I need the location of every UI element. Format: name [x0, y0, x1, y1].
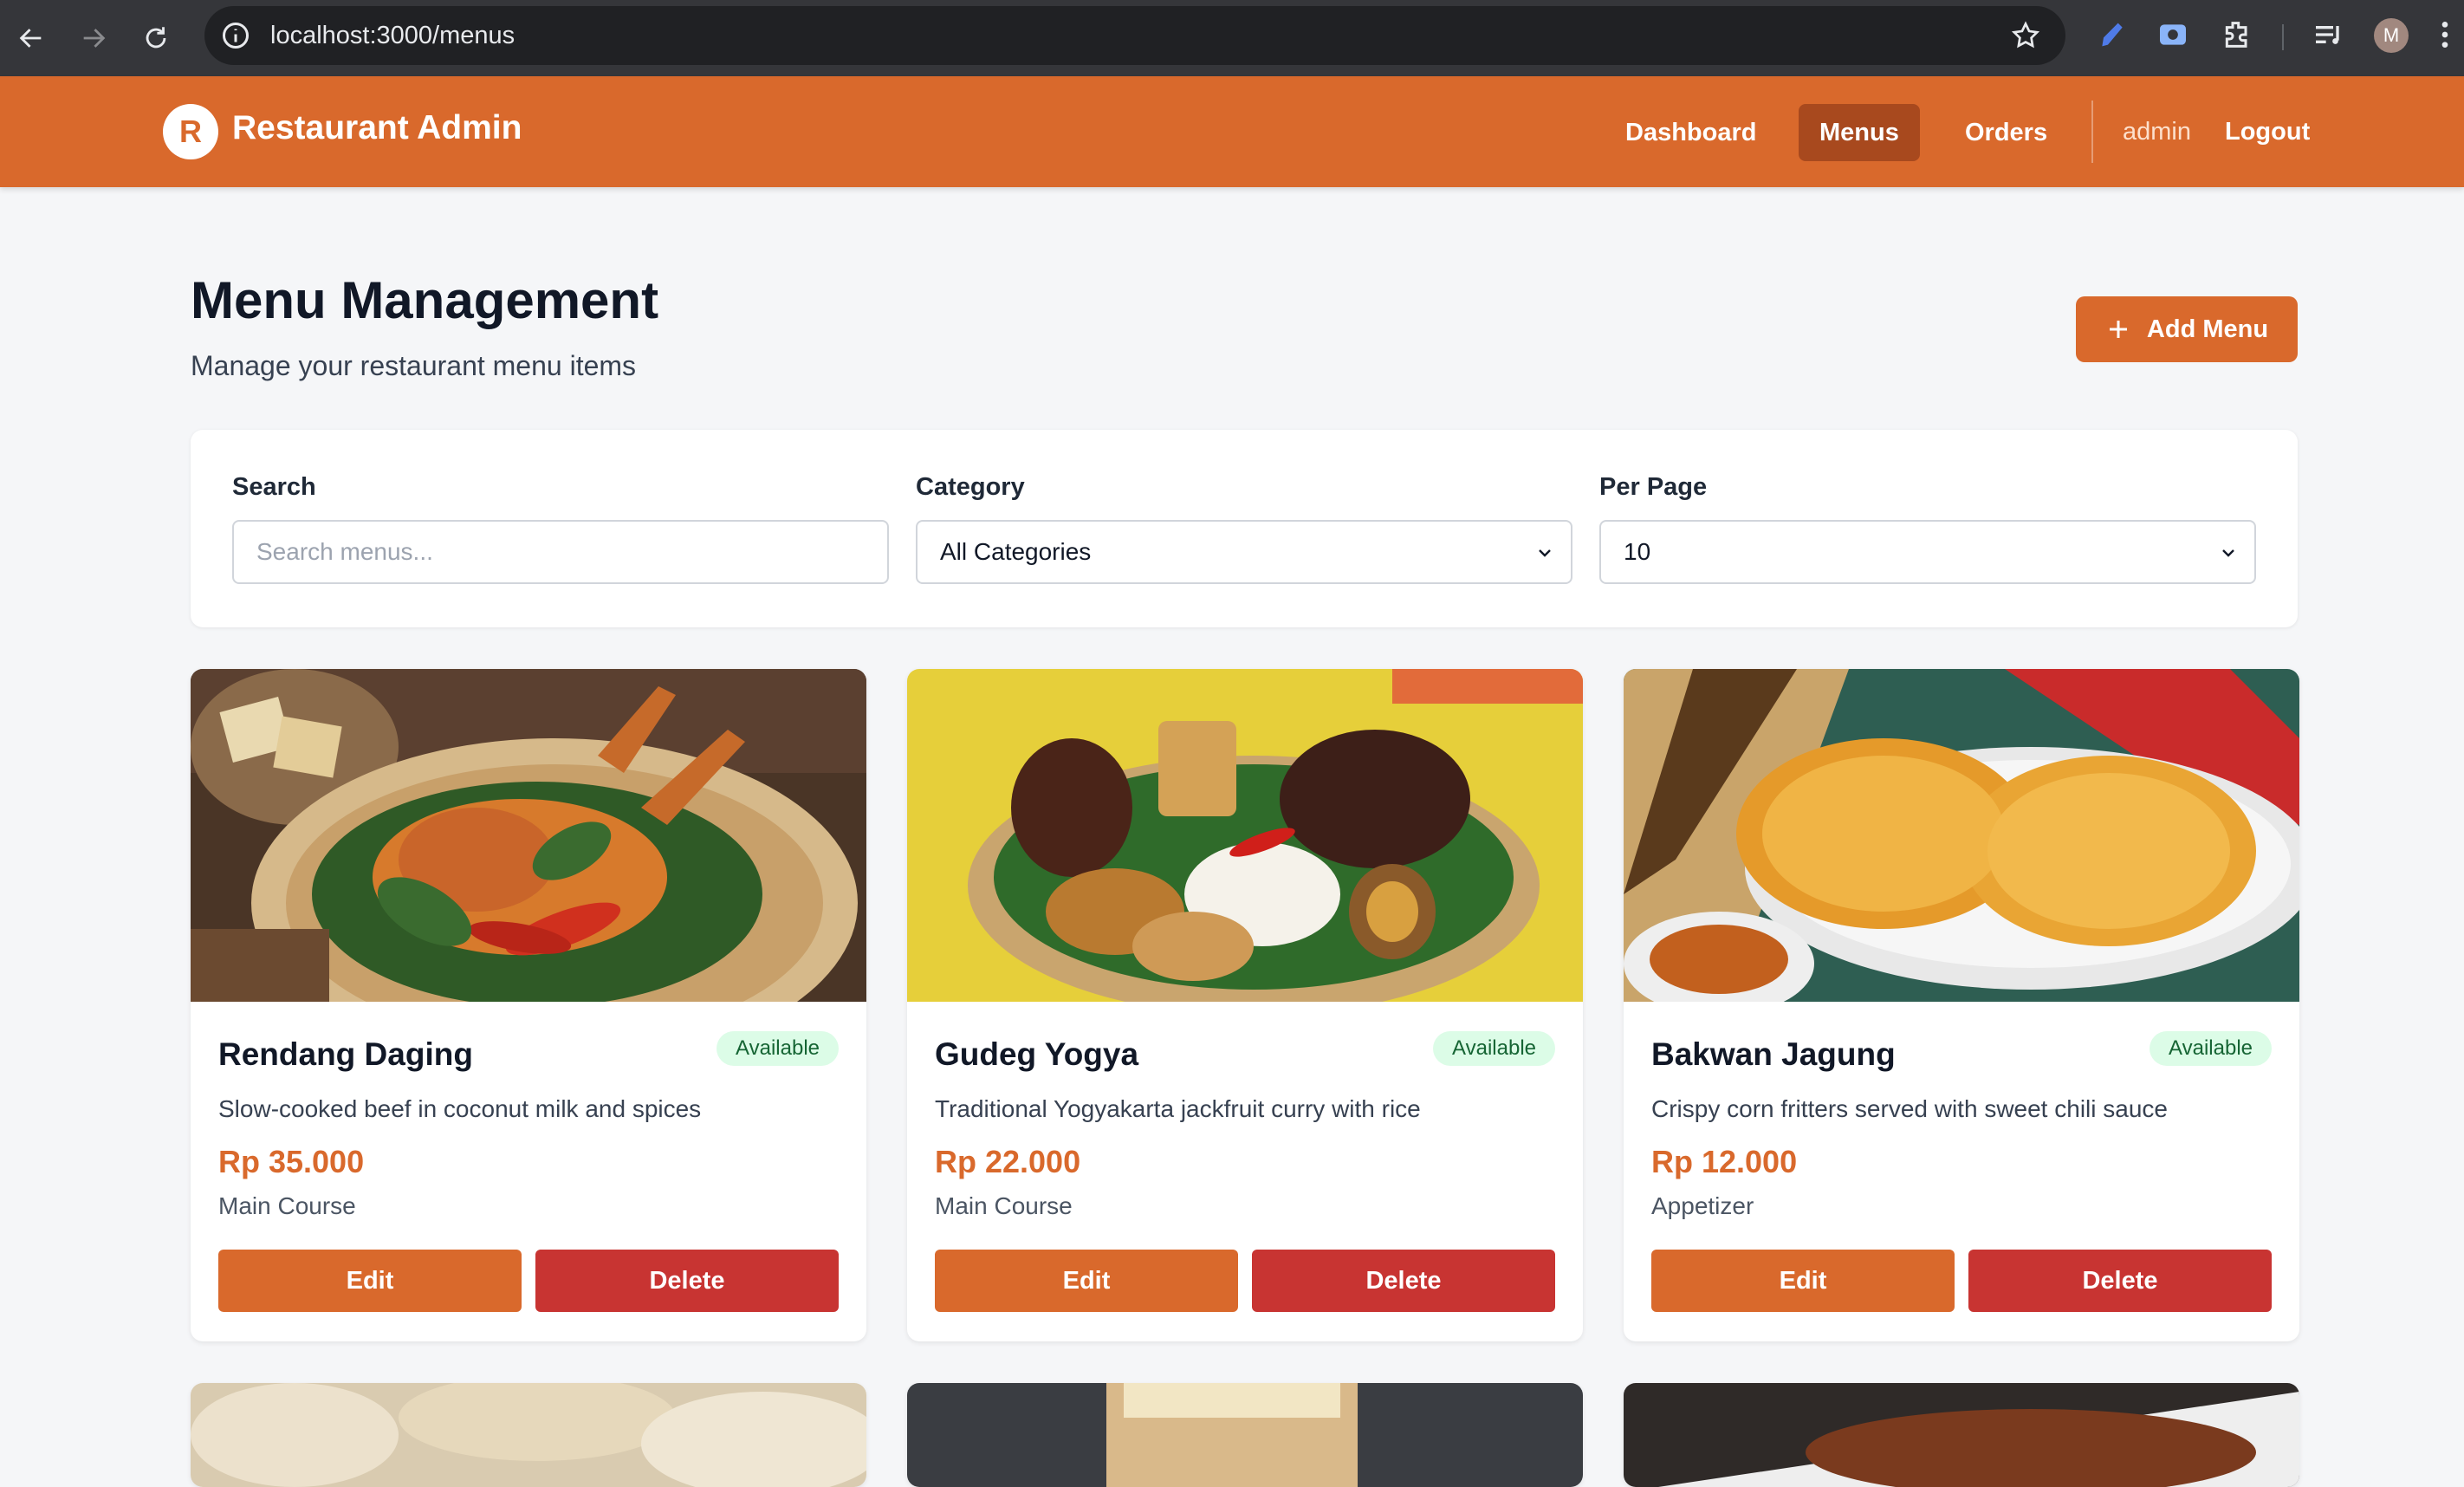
- menu-card-partial: [907, 1383, 1583, 1487]
- extension-pen-icon[interactable]: [2095, 17, 2130, 52]
- toolbar-divider: [2282, 24, 2284, 50]
- menu-image-partial: [191, 1383, 866, 1487]
- bookmark-star-icon[interactable]: [2010, 20, 2041, 51]
- back-icon[interactable]: [7, 14, 55, 62]
- nav-divider: [2091, 101, 2093, 163]
- category-label: Category: [916, 473, 1025, 501]
- status-badge: Available: [717, 1031, 839, 1066]
- menu-price: Rp 22.000: [935, 1144, 1081, 1179]
- site-info-icon[interactable]: [220, 20, 251, 51]
- reload-icon[interactable]: [132, 14, 180, 62]
- menu-kebab-icon[interactable]: [2436, 17, 2454, 52]
- menu-description: Traditional Yogyakarta jackfruit curry w…: [935, 1095, 1421, 1122]
- menu-image-partial: [907, 1383, 1583, 1487]
- menu-name: Gudeg Yogya: [935, 1036, 1139, 1072]
- status-badge: Available: [2150, 1031, 2272, 1066]
- category-value: All Categories: [940, 538, 1092, 565]
- search-label: Search: [232, 473, 316, 501]
- logout-link[interactable]: Logout: [2225, 118, 2310, 146]
- menu-price: Rp 12.000: [1651, 1144, 1798, 1179]
- menu-description: Crispy corn fritters served with sweet c…: [1651, 1095, 2168, 1122]
- extension-screen-icon[interactable]: [2156, 17, 2190, 52]
- menu-price: Rp 35.000: [218, 1144, 365, 1179]
- brand-title[interactable]: Restaurant Admin: [232, 109, 522, 147]
- browser-toolbar: localhost:3000/menus M: [0, 0, 2464, 76]
- page-title: Menu Management: [191, 271, 659, 329]
- menu-name: Rendang Daging: [218, 1036, 473, 1072]
- nav-orders[interactable]: Orders: [1944, 104, 2068, 161]
- address-bar[interactable]: localhost:3000/menus: [204, 6, 2065, 65]
- filter-panel: Search Search menus... Category All Cate…: [191, 430, 2298, 627]
- edit-button[interactable]: Edit: [1651, 1250, 1955, 1312]
- chevron-down-icon: [2222, 549, 2234, 557]
- menu-card-partial: [1624, 1383, 2299, 1487]
- app-header: R Restaurant Admin Dashboard Menus Order…: [0, 76, 2464, 187]
- menu-card-partial: [191, 1383, 866, 1487]
- menu-card: Bakwan Jagung Available Crispy corn frit…: [1624, 669, 2299, 1341]
- menu-image-gudeg: [907, 669, 1583, 1002]
- add-menu-label: Add Menu: [2146, 315, 2269, 343]
- logo-icon[interactable]: R: [163, 104, 218, 159]
- menu-image-partial: [1624, 1383, 2299, 1487]
- menu-image-bakwan: [1624, 669, 2299, 1002]
- delete-button[interactable]: Delete: [1252, 1250, 1555, 1312]
- edit-button[interactable]: Edit: [218, 1250, 522, 1312]
- delete-button[interactable]: Delete: [1968, 1250, 2272, 1312]
- per-page-label: Per Page: [1599, 473, 1708, 501]
- chevron-down-icon: [1539, 549, 1551, 557]
- menu-card: Gudeg Yogya Available Traditional Yogyak…: [907, 669, 1583, 1341]
- per-page-select[interactable]: 10: [1599, 520, 2256, 584]
- per-page-value: 10: [1624, 538, 1651, 565]
- search-input[interactable]: Search menus...: [232, 520, 889, 584]
- menu-category: Appetizer: [1651, 1192, 1754, 1219]
- media-controls-icon[interactable]: [2312, 17, 2346, 52]
- menu-category: Main Course: [218, 1192, 356, 1219]
- edit-button[interactable]: Edit: [935, 1250, 1238, 1312]
- status-badge: Available: [1433, 1031, 1555, 1066]
- category-select[interactable]: All Categories: [916, 520, 1572, 584]
- menu-image-rendang: [191, 669, 866, 1002]
- page-subtitle: Manage your restaurant menu items: [191, 350, 637, 381]
- plus-icon: [2109, 321, 2127, 338]
- menu-name: Bakwan Jagung: [1651, 1036, 1896, 1072]
- current-user: admin: [2123, 118, 2191, 146]
- extensions-puzzle-icon[interactable]: [2220, 17, 2254, 52]
- menu-card: Rendang Daging Available Slow-cooked bee…: [191, 669, 866, 1341]
- delete-button[interactable]: Delete: [535, 1250, 839, 1312]
- profile-avatar[interactable]: M: [2374, 18, 2409, 53]
- forward-icon[interactable]: [69, 14, 118, 62]
- url-text: localhost:3000/menus: [270, 21, 515, 49]
- menu-description: Slow-cooked beef in coconut milk and spi…: [218, 1095, 702, 1122]
- add-menu-button[interactable]: Add Menu: [2076, 296, 2298, 362]
- nav-dashboard[interactable]: Dashboard: [1605, 104, 1777, 161]
- nav-menus[interactable]: Menus: [1799, 104, 1920, 161]
- menu-category: Main Course: [935, 1192, 1073, 1219]
